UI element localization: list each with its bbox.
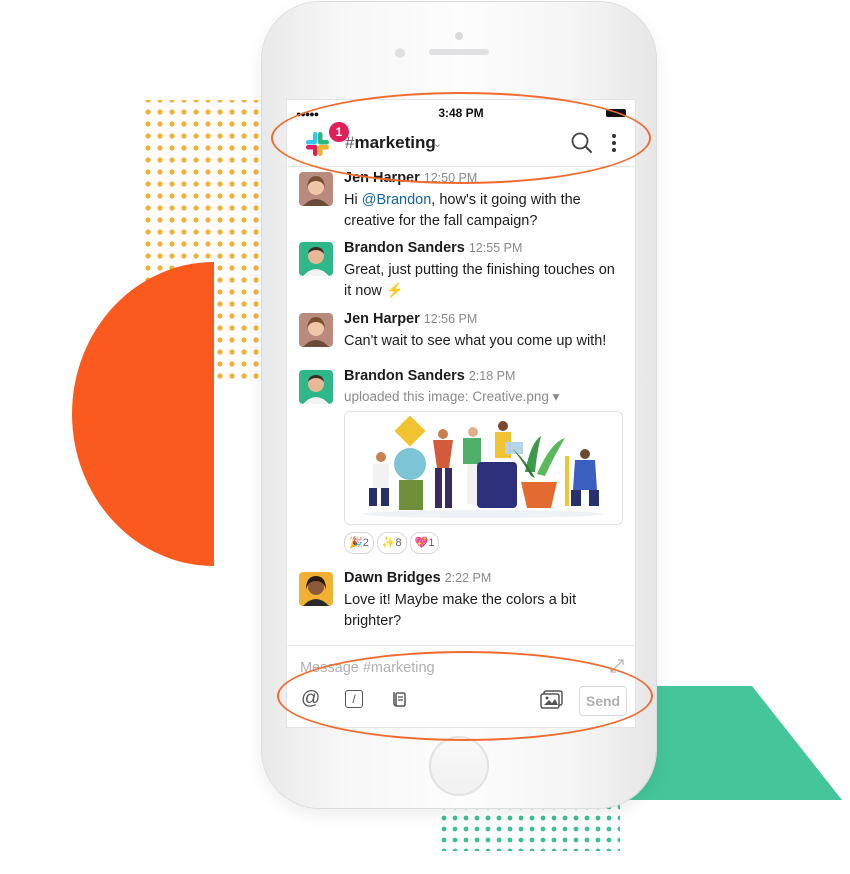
upload-text: uploaded this image: Creative.png — [344, 389, 549, 404]
message-text: Great, just putting the finishing touche… — [344, 260, 624, 301]
text-segment: Hi — [344, 192, 362, 208]
reaction-count: 2 — [362, 537, 369, 549]
message-timestamp: 12:55 PM — [468, 241, 523, 255]
message-author[interactable]: Dawn Bridges 2:22 PM — [344, 570, 491, 586]
message-timestamp: 2:18 PM — [468, 369, 516, 383]
earpiece-speaker — [429, 49, 489, 55]
reaction-bar: 🎉2 ✨8 💖1 — [344, 532, 442, 554]
avatar-brandon-sanders[interactable] — [299, 370, 333, 404]
message-author[interactable]: Brandon Sanders 2:18 PM — [344, 368, 515, 384]
user-mention[interactable]: @Brandon — [362, 192, 432, 208]
text-segment: Great, just putting the finishing touche… — [344, 262, 615, 299]
author-name: Brandon Sanders — [344, 240, 465, 256]
message-author[interactable]: Jen Harper 12:56 PM — [344, 311, 477, 327]
message-author[interactable]: Brandon Sanders 12:55 PM — [344, 240, 522, 256]
reaction-party-popper[interactable]: 🎉2 — [344, 532, 374, 554]
sparkles-icon: ✨ — [381, 537, 396, 549]
sparkling-heart-icon: 💖 — [414, 537, 429, 549]
reaction-sparkles[interactable]: ✨8 — [376, 532, 407, 554]
lightning-emoji-icon: ⚡ — [385, 282, 404, 299]
avatar-brandon-sanders[interactable] — [299, 242, 333, 276]
home-button[interactable] — [429, 736, 489, 796]
composer-highlight-oval — [277, 651, 653, 741]
party-popper-icon: 🎉 — [349, 537, 363, 549]
message-text: Love it! Maybe make the colors a bit bri… — [344, 592, 577, 629]
caret-down-icon[interactable]: ▾ — [553, 389, 560, 404]
header-highlight-oval — [271, 92, 651, 184]
author-name: Dawn Bridges — [344, 570, 441, 586]
avatar-jen-harper[interactable] — [299, 313, 333, 347]
front-camera — [455, 32, 463, 40]
message-text: Hi @Brandon, how's it going with the cre… — [344, 190, 624, 231]
message-text: Can't wait to see what you come up with! — [344, 333, 607, 349]
message-timestamp: 12:56 PM — [423, 312, 478, 326]
reaction-count: 1 — [428, 537, 435, 549]
avatar-jen-harper[interactable] — [299, 172, 333, 206]
reaction-count: 8 — [395, 537, 402, 549]
message-timestamp: 2:22 PM — [444, 571, 492, 585]
app-screen: ●●●●● 3:48 PM 1 #marketing ⌄ Jen Harper … — [287, 100, 635, 727]
creative-image-attachment[interactable] — [344, 411, 623, 525]
author-name: Jen Harper — [344, 311, 420, 327]
upload-notice[interactable]: uploaded this image: Creative.png ▾ — [344, 389, 559, 405]
author-name: Brandon Sanders — [344, 368, 465, 384]
proximity-sensor — [395, 48, 405, 58]
avatar-dawn-bridges[interactable] — [299, 572, 333, 606]
reaction-sparkling-heart[interactable]: 💖1 — [409, 532, 440, 554]
